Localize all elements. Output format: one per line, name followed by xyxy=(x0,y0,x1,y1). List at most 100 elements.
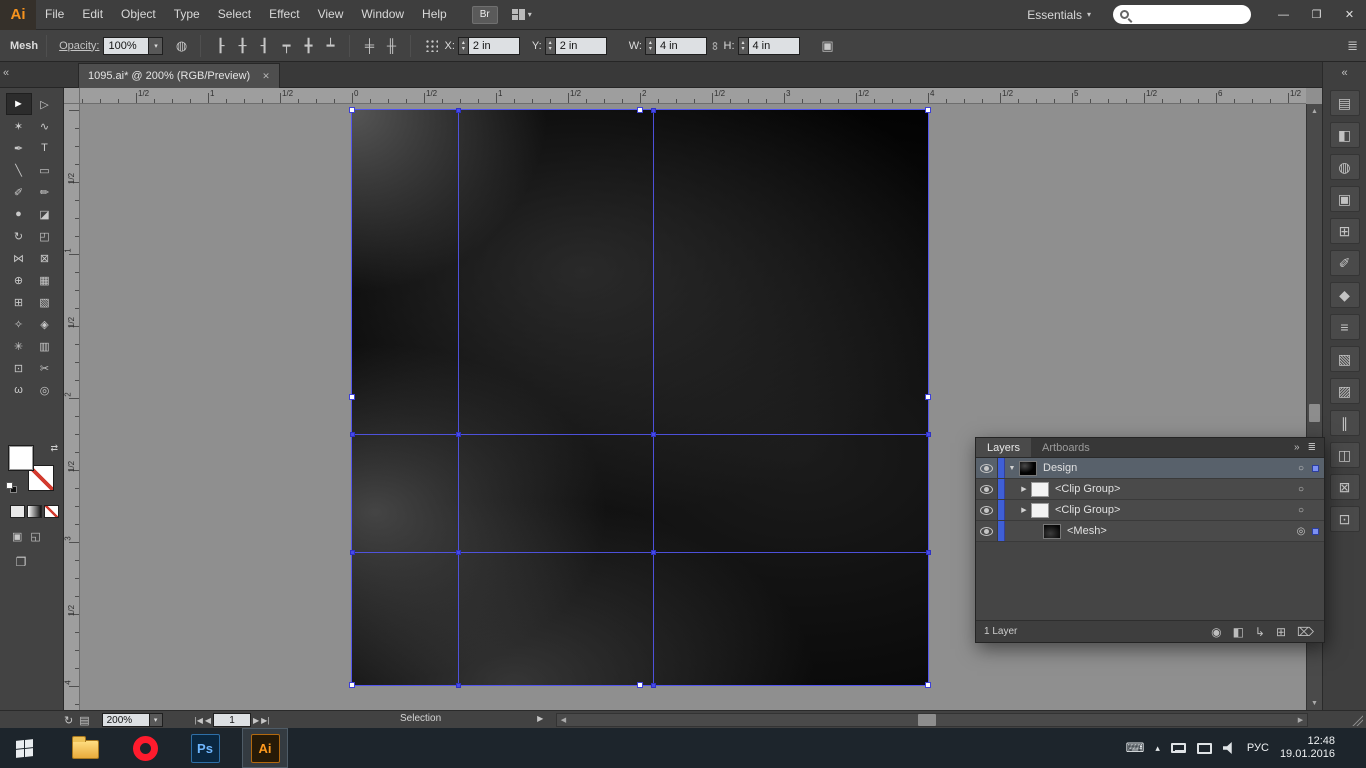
previous-artboard-button[interactable]: ◀ xyxy=(205,716,211,725)
resize-grip[interactable] xyxy=(1351,714,1363,726)
vertical-ruler[interactable]: 1/211/221/231/24 xyxy=(64,104,80,710)
horizontal-scrollbar-track[interactable] xyxy=(570,714,1294,726)
w-stepper[interactable]: ▴▾ xyxy=(645,37,655,55)
pencil-tool[interactable]: ✏ xyxy=(32,181,58,203)
align-center-horizontal-icon[interactable]: ╂ xyxy=(232,36,252,56)
sync-settings-icon[interactable]: ↻ xyxy=(64,714,73,727)
layer-row[interactable]: ▶<Clip Group>○ xyxy=(976,500,1324,521)
shape-builder-tool[interactable]: ⊕ xyxy=(6,269,32,291)
default-fill-stroke-icon[interactable] xyxy=(6,482,17,493)
eyedropper-tool[interactable]: ✧ xyxy=(6,313,32,335)
next-artboard-button[interactable]: ▶ xyxy=(253,716,259,725)
free-transform-tool[interactable]: ⊠ xyxy=(32,247,58,269)
selection-handle[interactable] xyxy=(349,394,355,400)
color-button[interactable] xyxy=(10,505,25,518)
menu-file[interactable]: File xyxy=(36,0,73,29)
mesh-anchor[interactable] xyxy=(456,550,461,555)
horizontal-scrollbar[interactable]: ◀ ▶ xyxy=(556,713,1308,727)
arrange-documents-button[interactable]: ▾ xyxy=(508,7,536,22)
blob-brush-tool[interactable]: ● xyxy=(6,203,32,225)
tab-layers[interactable]: Layers xyxy=(976,438,1031,457)
slice-tool[interactable]: ✂ xyxy=(32,357,58,379)
h-field[interactable]: 4 in xyxy=(748,37,800,55)
mesh-anchor[interactable] xyxy=(926,432,931,437)
mesh-tool[interactable]: ⊞ xyxy=(6,291,32,313)
display-icon[interactable] xyxy=(1197,743,1212,754)
graphic-styles-panel-icon[interactable]: ▣ xyxy=(1330,186,1360,212)
selection-indicator-square[interactable] xyxy=(1312,528,1319,535)
horizontal-ruler[interactable]: 1/211/201/211/221/231/241/251/261/2 xyxy=(80,88,1306,104)
delete-layer-icon[interactable]: ⌦ xyxy=(1297,625,1314,639)
blend-tool[interactable]: ◈ xyxy=(32,313,58,335)
layer-row[interactable]: <Mesh>◎ xyxy=(976,521,1324,542)
reference-point-selector[interactable] xyxy=(425,39,438,52)
align-bottom-icon[interactable]: ┷ xyxy=(320,36,340,56)
scroll-left-arrow[interactable]: ◀ xyxy=(557,714,570,726)
x-stepper[interactable]: ▴▾ xyxy=(458,37,468,55)
gradient-button[interactable] xyxy=(27,505,42,518)
opacity-dropdown-button[interactable]: ▾ xyxy=(149,37,163,55)
selection-handle[interactable] xyxy=(925,394,931,400)
bridge-button[interactable]: Br xyxy=(472,6,498,24)
align-top-icon[interactable]: ┯ xyxy=(276,36,296,56)
symbols-panel-icon[interactable]: ◆ xyxy=(1330,282,1360,308)
keyboard-icon[interactable]: ⌨ xyxy=(1126,740,1145,756)
align-left-icon[interactable]: ┠ xyxy=(210,36,230,56)
visibility-toggle[interactable] xyxy=(976,500,998,520)
mesh-anchor[interactable] xyxy=(651,432,656,437)
visibility-toggle[interactable] xyxy=(976,521,998,541)
brushes-panel-icon[interactable]: ✐ xyxy=(1330,250,1360,276)
change-screen-mode-button[interactable]: ❐ xyxy=(12,555,30,569)
scroll-up-arrow[interactable]: ▲ xyxy=(1307,104,1322,118)
fill-swatch[interactable] xyxy=(8,445,34,471)
vertical-scrollbar-thumb[interactable] xyxy=(1309,404,1320,422)
transparency-panel-icon[interactable]: ▨ xyxy=(1330,378,1360,404)
rectangle-tool[interactable]: ▭ xyxy=(32,159,58,181)
h-stepper[interactable]: ▴▾ xyxy=(738,37,748,55)
layer-name[interactable]: <Mesh> xyxy=(1067,525,1293,537)
w-field[interactable]: 4 in xyxy=(655,37,707,55)
artboard-tool[interactable]: ⊡ xyxy=(6,357,32,379)
symbol-sprayer-tool[interactable]: ✳ xyxy=(6,335,32,357)
rotate-tool[interactable]: ↻ xyxy=(6,225,32,247)
artboard-number-field[interactable]: 1 xyxy=(213,713,251,727)
hand-tool[interactable]: ω xyxy=(6,379,32,401)
opera-button[interactable] xyxy=(122,728,168,768)
pathfinder-panel-icon[interactable]: ◫ xyxy=(1330,442,1360,468)
distribute-horizontal-icon[interactable]: ╫ xyxy=(381,36,401,56)
gradient-panel-icon[interactable]: ▧ xyxy=(1330,346,1360,372)
column-graph-tool[interactable]: ▥ xyxy=(32,335,58,357)
align-right-icon[interactable]: ┨ xyxy=(254,36,274,56)
control-panel-menu-icon[interactable]: ≣ xyxy=(1347,38,1358,54)
expand-toggle[interactable]: ▶ xyxy=(1017,506,1031,514)
mesh-anchor[interactable] xyxy=(350,432,355,437)
new-sublayer-icon[interactable]: ↳ xyxy=(1255,625,1265,639)
start-button[interactable] xyxy=(0,728,48,768)
ruler-origin-corner[interactable] xyxy=(64,88,80,104)
mesh-anchor[interactable] xyxy=(651,550,656,555)
expand-toggle[interactable]: ▶ xyxy=(1017,485,1031,493)
x-field[interactable]: 2 in xyxy=(468,37,520,55)
collapse-left-dock-icon[interactable]: « xyxy=(3,67,9,79)
color-guide-panel-icon[interactable]: ◧ xyxy=(1330,122,1360,148)
navigator-panel-icon[interactable]: ⊡ xyxy=(1330,506,1360,532)
scroll-down-arrow[interactable]: ▼ xyxy=(1307,696,1322,710)
menu-view[interactable]: View xyxy=(309,0,353,29)
tab-close-icon[interactable]: ✕ xyxy=(262,71,270,82)
restore-button[interactable]: ❐ xyxy=(1300,0,1333,30)
mesh-anchor[interactable] xyxy=(456,108,461,113)
selection-handle[interactable] xyxy=(925,107,931,113)
mesh-anchor[interactable] xyxy=(456,683,461,688)
swatches-panel-icon[interactable]: ⊞ xyxy=(1330,218,1360,244)
scroll-right-arrow[interactable]: ▶ xyxy=(1294,714,1307,726)
mesh-anchor[interactable] xyxy=(926,550,931,555)
color-panel-icon[interactable]: ▤ xyxy=(1330,90,1360,116)
pen-tool[interactable]: ✒ xyxy=(6,137,32,159)
opacity-field[interactable]: 100% xyxy=(103,37,149,55)
stroke-panel-icon[interactable]: ≡ xyxy=(1330,314,1360,340)
target-icon[interactable]: ○ xyxy=(1293,505,1309,516)
target-icon[interactable]: ○ xyxy=(1293,484,1309,495)
gradient-tool[interactable]: ▧ xyxy=(32,291,58,313)
last-artboard-button[interactable]: ▶| xyxy=(261,716,269,725)
menu-edit[interactable]: Edit xyxy=(73,0,112,29)
